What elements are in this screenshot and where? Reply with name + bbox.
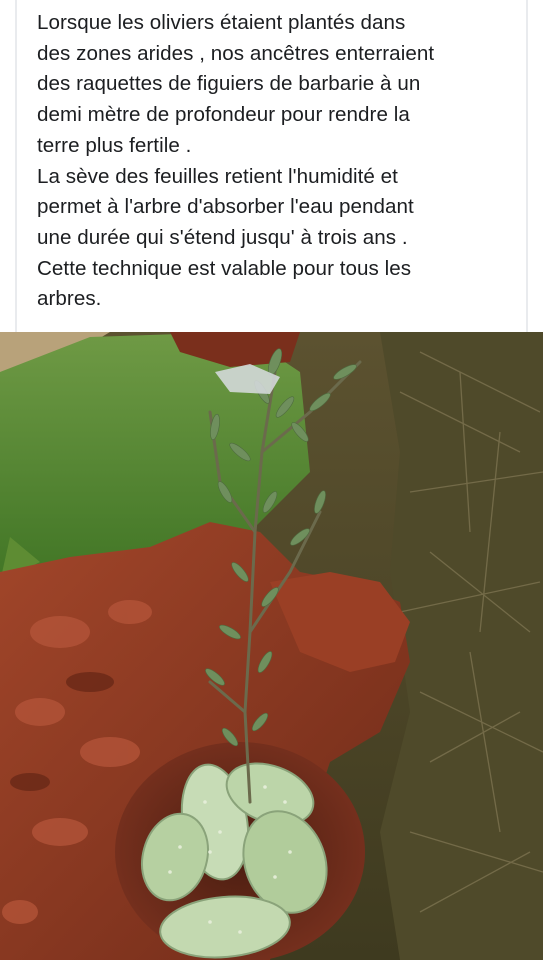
- post-caption: Lorsque les oliviers étaient plantés dan…: [0, 0, 543, 332]
- caption-line: demi mètre de profondeur pour rendre la: [37, 103, 410, 127]
- post-card: Lorsque les oliviers étaient plantés dan…: [0, 0, 543, 960]
- caption-line: arbres.: [37, 287, 102, 311]
- caption-line: une durée qui s'étend jusqu' à trois ans…: [37, 225, 408, 249]
- caption-line: terre plus fertile .: [37, 133, 192, 157]
- caption-line: des raquettes de figuiers de barbarie à …: [37, 72, 421, 96]
- caption-left-border: [15, 0, 17, 332]
- caption-right-border: [526, 0, 528, 332]
- caption-line: La sève des feuilles retient l'humidité …: [37, 164, 398, 188]
- olive-sapling-photo: [0, 332, 543, 960]
- post-photo[interactable]: [0, 332, 543, 960]
- caption-line: Cette technique est valable pour tous le…: [37, 256, 412, 280]
- caption-text: Lorsque les oliviers étaient plantés dan…: [37, 8, 517, 315]
- caption-line: Lorsque les oliviers étaient plantés dan…: [37, 11, 406, 34]
- caption-line: permet à l'arbre d'absorber l'eau pendan…: [37, 195, 414, 219]
- caption-line: des zones arides , nos ancêtres enterrai…: [37, 41, 435, 65]
